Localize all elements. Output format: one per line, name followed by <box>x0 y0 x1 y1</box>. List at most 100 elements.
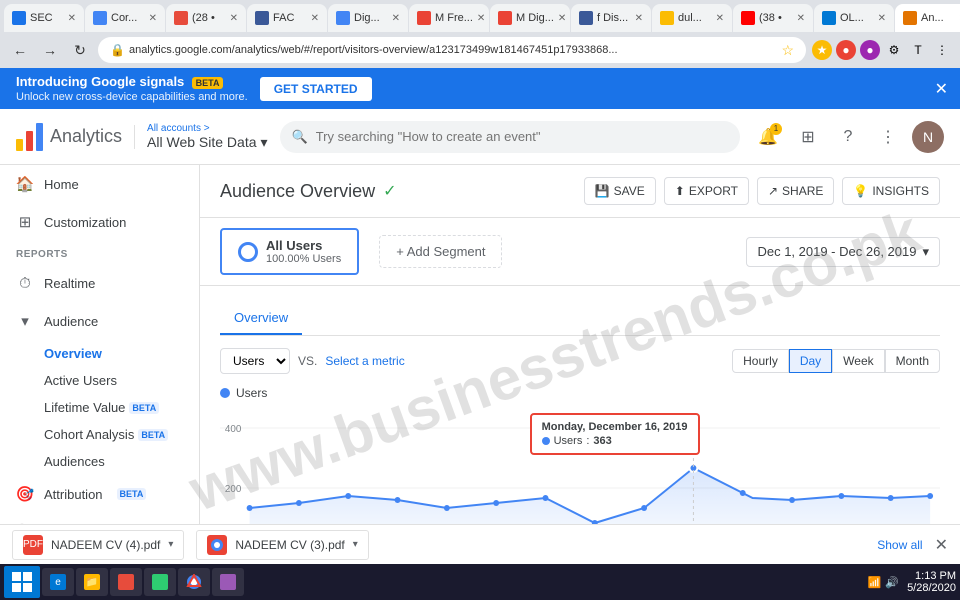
forward-button[interactable]: → <box>38 38 62 62</box>
sidebar-item-realtime[interactable]: ⏱ Realtime <box>0 264 199 302</box>
tab-close[interactable]: ✕ <box>149 13 157 24</box>
bookmark-icon[interactable]: ☆ <box>781 42 794 59</box>
account-selector[interactable]: All accounts > All Web Site Data ▾ <box>147 123 268 151</box>
sidebar-item-audience-label: Audience <box>44 314 98 329</box>
legend-label: Users <box>236 386 267 400</box>
segment-circle-icon <box>238 242 258 262</box>
apps-grid-icon[interactable]: ⊞ <box>792 121 824 153</box>
segment-label: All Users <box>266 238 341 253</box>
all-accounts-label: All accounts > <box>147 123 268 134</box>
share-button[interactable]: ↗ SHARE <box>757 177 834 205</box>
tab-mfre[interactable]: M Fre... ✕ <box>409 4 489 32</box>
menu-icon[interactable]: ⋮ <box>932 40 952 60</box>
taskbar-explorer-item[interactable]: 📁 <box>76 568 108 596</box>
analytics-logo-text: Analytics <box>50 126 122 147</box>
tab-close[interactable]: ✕ <box>68 13 76 24</box>
search-input[interactable] <box>316 129 728 144</box>
sub-nav-overview[interactable]: Overview <box>44 340 199 367</box>
metric-select[interactable]: Users <box>220 348 290 374</box>
show-all-button[interactable]: Show all <box>877 538 922 552</box>
ie-icon: e <box>50 574 66 590</box>
tab-close[interactable]: ✕ <box>311 13 319 24</box>
download-chevron-1[interactable]: ▾ <box>168 539 173 550</box>
realtime-icon: ⏱ <box>16 274 34 292</box>
tab-favicon <box>336 11 350 25</box>
tab-con[interactable]: Cor... ✕ <box>85 4 165 32</box>
sub-nav-active-users[interactable]: Active Users <box>44 367 199 394</box>
get-started-button[interactable]: GET STARTED <box>260 77 372 101</box>
day-button[interactable]: Day <box>789 349 832 373</box>
tab-analytics[interactable]: An... ✕ <box>895 4 960 32</box>
address-bar[interactable]: 🔒 analytics.google.com/analytics/web/#/r… <box>98 37 806 63</box>
download-chevron-2[interactable]: ▾ <box>353 539 358 550</box>
tooltip-title: Monday, December 16, 2019 <box>542 421 688 433</box>
export-button[interactable]: ⬆ EXPORT <box>664 177 749 205</box>
property-selector[interactable]: All Web Site Data ▾ <box>147 134 268 151</box>
notification-bell-icon[interactable]: 🔔 1 <box>752 121 784 153</box>
tab-dig1[interactable]: Dig... ✕ <box>328 4 408 32</box>
tab-close[interactable]: ✕ <box>878 13 886 24</box>
tab-close[interactable]: ✕ <box>477 13 485 24</box>
tab-dul[interactable]: dul... ✕ <box>652 4 732 32</box>
extensions-icon[interactable]: ★ <box>812 40 832 60</box>
tab-close[interactable]: ✕ <box>392 13 400 24</box>
tab-close[interactable]: ✕ <box>716 13 724 24</box>
week-button[interactable]: Week <box>832 349 884 373</box>
sub-nav-cohort-analysis[interactable]: Cohort Analysis BETA <box>44 421 199 448</box>
header-divider <box>134 125 135 149</box>
tab-fac[interactable]: FAC ✕ <box>247 4 327 32</box>
taskbar-item-4[interactable] <box>144 568 176 596</box>
sidebar-item-home[interactable]: 🏠 Home <box>0 165 199 203</box>
lock-icon: 🔒 <box>110 43 125 57</box>
all-users-segment[interactable]: All Users 100.00% Users <box>220 228 359 275</box>
tab-28[interactable]: (28 • ✕ <box>166 4 246 32</box>
tab-ol[interactable]: OL... ✕ <box>814 4 894 32</box>
chart-tabs: Overview <box>220 302 940 336</box>
tab-close[interactable]: ✕ <box>635 13 643 24</box>
sidebar-item-attribution[interactable]: 🎯 Attribution BETA <box>0 475 199 513</box>
chart-tab-overview[interactable]: Overview <box>220 302 302 335</box>
translate-icon[interactable]: T <box>908 40 928 60</box>
taskbar-item-6[interactable] <box>212 568 244 596</box>
audience-icon: ▾ <box>16 312 34 330</box>
tab-38[interactable]: (38 • ✕ <box>733 4 813 32</box>
taskbar-ie-item[interactable]: e <box>42 568 74 596</box>
start-button[interactable] <box>4 566 40 598</box>
insights-button[interactable]: 💡 INSIGHTS <box>842 177 940 205</box>
svg-text:200: 200 <box>225 484 242 495</box>
sidebar-item-audience[interactable]: ▾ Audience <box>0 302 199 340</box>
sub-nav-audiences[interactable]: Audiences <box>44 448 199 475</box>
tab-sec[interactable]: SEC ✕ <box>4 4 84 32</box>
tab-fdis[interactable]: f Dis... ✕ <box>571 4 651 32</box>
download-filename-2: NADEEM CV (3).pdf <box>235 538 344 552</box>
reload-button[interactable]: ↻ <box>68 38 92 62</box>
avatar[interactable]: N <box>912 121 944 153</box>
beta-badge: BETA <box>192 77 224 89</box>
back-button[interactable]: ← <box>8 38 32 62</box>
select-metric-link[interactable]: Select a metric <box>325 354 404 368</box>
date-range-picker[interactable]: Dec 1, 2019 - Dec 26, 2019 ▾ <box>746 237 940 267</box>
hourly-button[interactable]: Hourly <box>732 349 789 373</box>
taskbar-chrome-item[interactable] <box>178 568 210 596</box>
sidebar-item-home-label: Home <box>44 177 79 192</box>
color-icon[interactable]: ● <box>836 40 856 60</box>
ga-search-bar[interactable]: 🔍 <box>280 121 740 153</box>
more-options-icon[interactable]: ⋮ <box>872 121 904 153</box>
close-download-bar-button[interactable]: ✕ <box>935 535 948 555</box>
color2-icon[interactable]: ● <box>860 40 880 60</box>
sidebar-item-customization[interactable]: ⊞ Customization <box>0 203 199 241</box>
month-button[interactable]: Month <box>885 349 940 373</box>
settings-icon[interactable]: ⚙ <box>884 40 904 60</box>
add-segment-button[interactable]: + Add Segment <box>379 235 502 268</box>
tab-mdig[interactable]: M Dig... ✕ <box>490 4 570 32</box>
sub-nav-lifetime-value[interactable]: Lifetime Value BETA <box>44 394 199 421</box>
save-button[interactable]: 💾 SAVE <box>584 177 656 205</box>
taskbar: e 📁 📶 🔊 1:13 PM 5/28/2020 <box>0 564 960 600</box>
help-icon[interactable]: ? <box>832 121 864 153</box>
taskbar-item-3[interactable] <box>110 568 142 596</box>
tab-favicon <box>579 11 593 25</box>
tab-close[interactable]: ✕ <box>230 13 238 24</box>
tab-close[interactable]: ✕ <box>558 13 566 24</box>
banner-close-button[interactable]: ✕ <box>935 79 948 99</box>
tab-close[interactable]: ✕ <box>797 13 805 24</box>
